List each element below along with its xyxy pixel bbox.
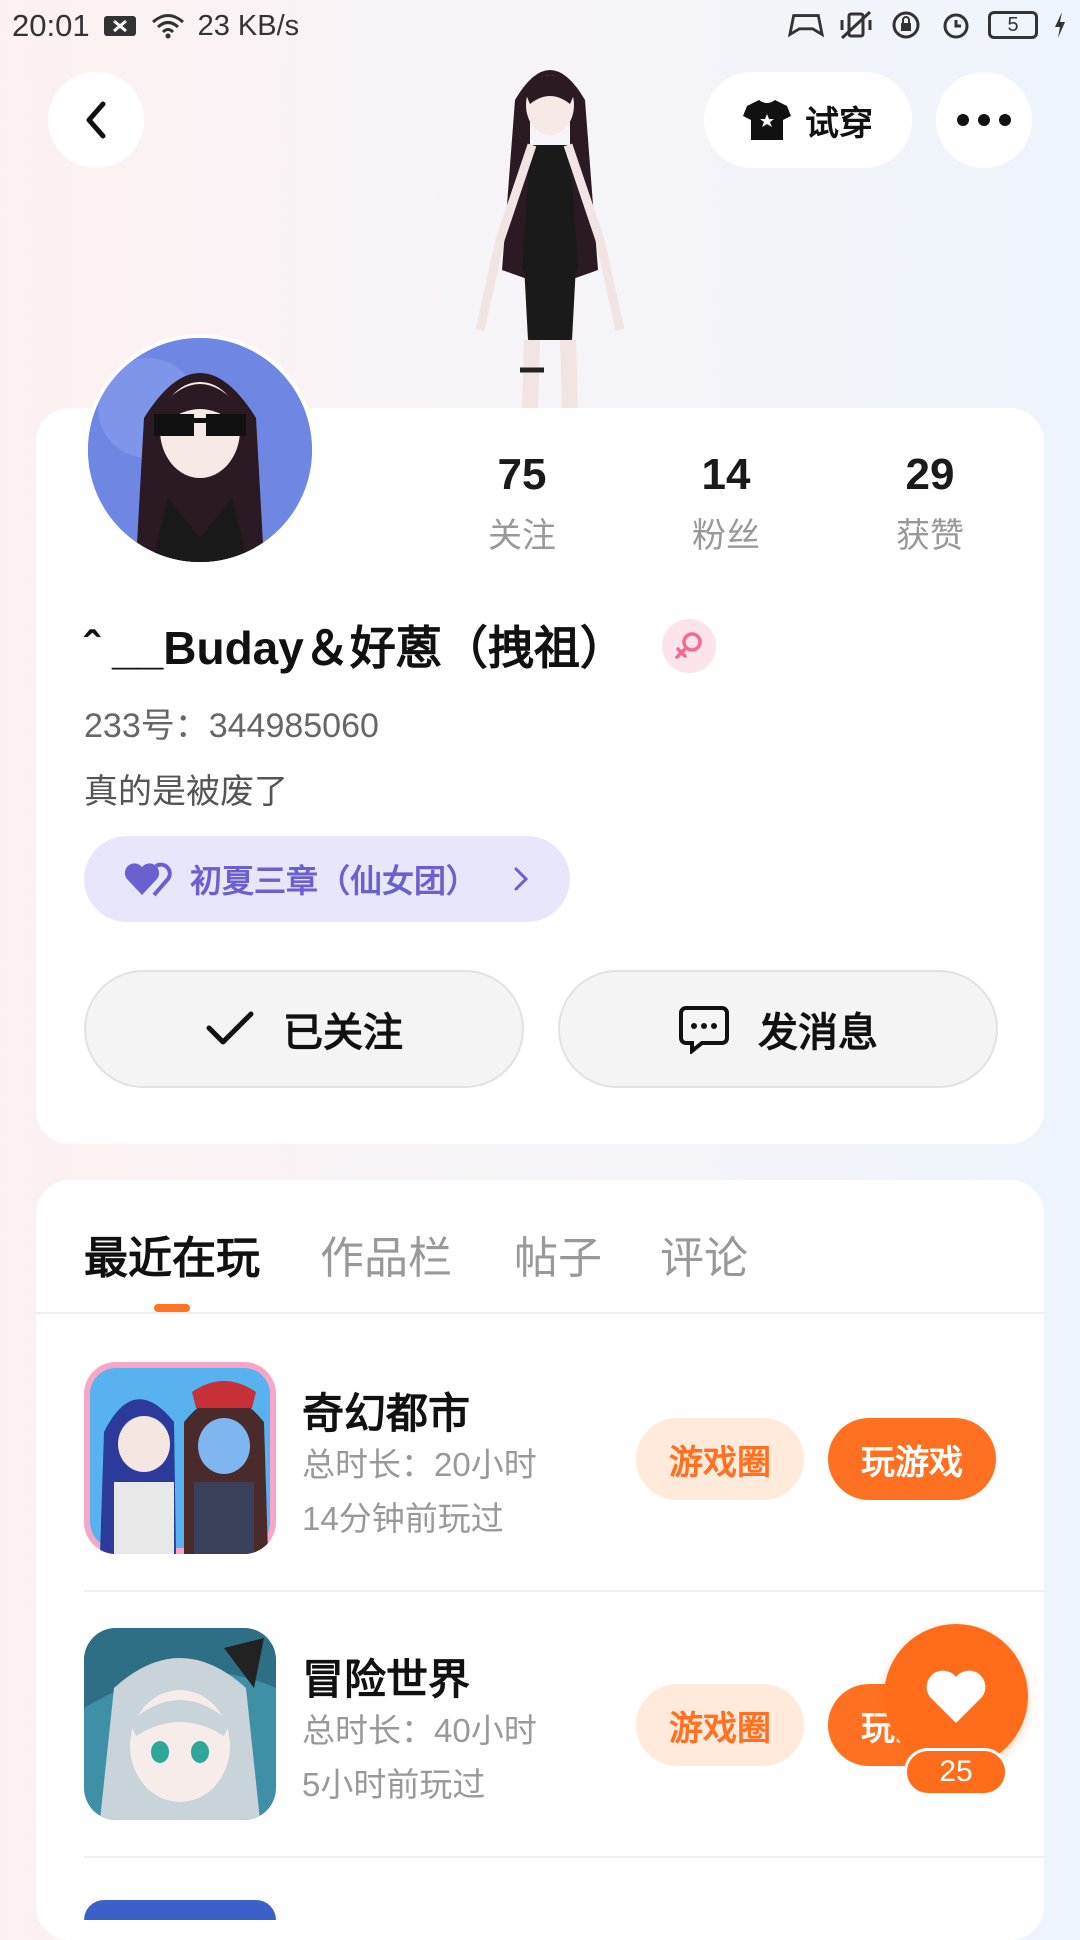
game-duration: 总时长：20小时 (302, 1446, 537, 1483)
heart-double-icon (124, 862, 172, 897)
tab-works[interactable]: 作品栏 (320, 1222, 452, 1286)
stat-label: 获赞 (896, 517, 964, 555)
tab-posts[interactable]: 帖子 (514, 1222, 602, 1286)
stat-value: 75 (497, 450, 547, 499)
user-bio: 真的是被废了 (84, 773, 288, 811)
like-fab[interactable] (884, 1624, 1028, 1768)
user-id: 233号：344985060 (84, 707, 379, 745)
chat-bubble-icon (679, 1006, 729, 1054)
status-bar: 20:01 23 KB/s 5 (0, 0, 1080, 56)
followed-button[interactable]: 已关注 (84, 970, 524, 1088)
game-last-played: 5小时前玩过 (302, 1766, 486, 1803)
vibrate-mute-icon (838, 10, 874, 40)
more-button[interactable] (936, 72, 1032, 168)
game-duration: 总时长：40小时 (302, 1712, 537, 1749)
game-title[interactable]: 奇幻都市 (302, 1380, 470, 1441)
tryon-button[interactable]: 试穿 (704, 72, 912, 168)
send-message-button[interactable]: 发消息 (558, 970, 998, 1088)
stat-likes[interactable]: 29 获赞 (860, 450, 1000, 557)
stat-label: 关注 (488, 517, 556, 555)
followed-label: 已关注 (283, 1011, 403, 1055)
row-divider (84, 1590, 1044, 1592)
female-gender-icon (662, 619, 716, 673)
charging-icon (1052, 10, 1068, 40)
like-count-badge: 25 (904, 1748, 1008, 1796)
status-time: 20:01 (12, 8, 90, 43)
character-figure (420, 50, 680, 411)
game-last-played: 14分钟前玩过 (302, 1500, 504, 1537)
network-speed: 23 KB/s (197, 9, 300, 42)
tshirt-icon (743, 100, 791, 140)
game-icon[interactable] (84, 1628, 276, 1820)
stat-fans[interactable]: 14 粉丝 (656, 450, 796, 557)
game-icon[interactable] (84, 1362, 276, 1554)
play-game-button[interactable]: 玩游戏 (828, 1418, 996, 1500)
username: ˆ __Buday＆好蒽（拽祖） (84, 622, 626, 674)
tab-divider (36, 1312, 1044, 1314)
row-divider (84, 1856, 1044, 1858)
more-dots-icon (957, 114, 1011, 126)
stat-following[interactable]: 75 关注 (452, 450, 592, 557)
heart-icon (926, 1670, 986, 1723)
alarm-icon (938, 10, 974, 40)
checkmark-icon (206, 1011, 254, 1045)
chevron-left-icon (86, 101, 106, 139)
stat-label: 粉丝 (692, 517, 760, 555)
game-icon[interactable] (84, 1900, 276, 1920)
chevron-right-icon (514, 867, 529, 891)
game-title[interactable]: 冒险世界 (302, 1646, 470, 1707)
game-circle-button[interactable]: 游戏圈 (636, 1684, 804, 1766)
content-card (36, 1180, 1044, 1940)
wifi-icon (150, 11, 186, 41)
game-circle-button[interactable]: 游戏圈 (636, 1418, 804, 1500)
tryon-label: 试穿 (805, 104, 873, 143)
tab-indicator (154, 1304, 190, 1312)
stat-value: 14 (701, 450, 751, 499)
group-badge[interactable]: 初夏三章（仙女团） (84, 836, 570, 922)
gamepad-icon (788, 10, 824, 40)
notification-icon (102, 11, 138, 41)
group-label: 初夏三章（仙女团） (190, 863, 479, 899)
tab-recently-played[interactable]: 最近在玩 (84, 1222, 260, 1286)
avatar[interactable] (84, 334, 316, 566)
back-button[interactable] (48, 72, 144, 168)
lock-rotation-icon (888, 10, 924, 40)
send-message-label: 发消息 (758, 1011, 878, 1055)
stat-value: 29 (905, 450, 955, 499)
tab-comments[interactable]: 评论 (660, 1222, 748, 1286)
battery-icon: 5 (988, 11, 1038, 39)
